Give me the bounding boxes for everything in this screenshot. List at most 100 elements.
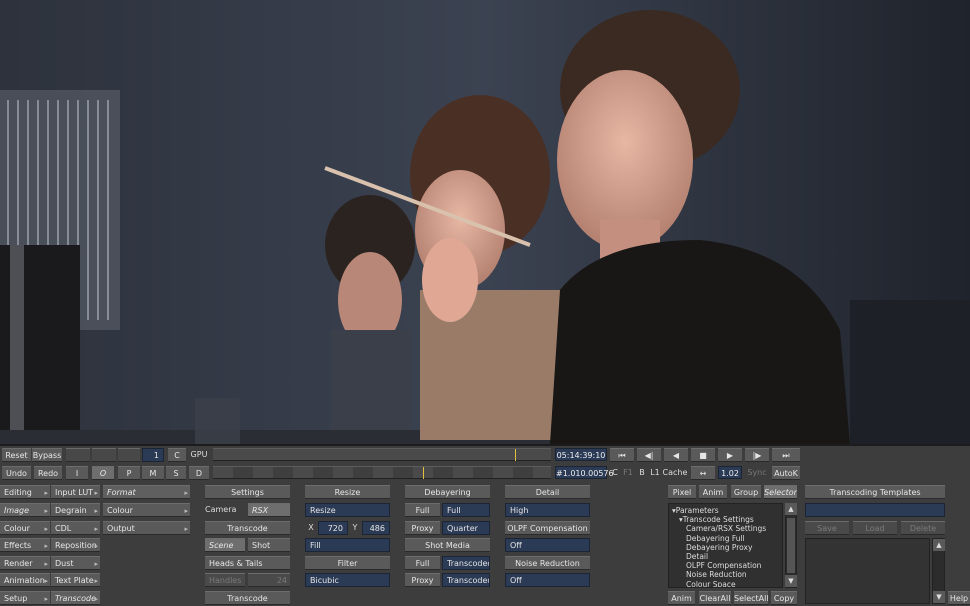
frame-field[interactable]: 1	[142, 448, 164, 462]
menu-setup[interactable]: Setup	[0, 591, 50, 605]
tree-item[interactable]: Camera/RSX Settings	[672, 524, 779, 533]
play-reverse-button[interactable]: ◀	[664, 448, 688, 462]
menu-input-lut[interactable]: Input LUT	[51, 485, 100, 499]
menu-reposition[interactable]: Reposition	[51, 538, 100, 552]
play-button[interactable]: ▶	[718, 448, 742, 462]
menu-effects[interactable]: Effects	[0, 538, 50, 552]
load-button[interactable]: Load	[853, 521, 897, 535]
tree-scrollbar[interactable]: ▲ ▼	[785, 503, 797, 588]
shot-toggle[interactable]: Shot	[248, 538, 290, 552]
y-field[interactable]: 486	[362, 521, 390, 535]
slot-1[interactable]	[66, 448, 90, 462]
help-button[interactable]: Help	[948, 591, 970, 605]
p-button[interactable]: P	[118, 466, 140, 480]
noise-reduction-field[interactable]: Off	[505, 573, 590, 587]
tree-item[interactable]: Noise Reduction	[672, 570, 779, 579]
sm-proxy-field[interactable]: Transcoded	[442, 573, 490, 587]
full-field[interactable]: Full	[442, 503, 490, 517]
menu-transcode[interactable]: Transcode	[51, 591, 100, 605]
menu-image[interactable]: Image	[0, 503, 50, 517]
olpf-field[interactable]: Off	[505, 538, 590, 552]
tree-item[interactable]: Debayering Proxy	[672, 543, 779, 552]
tree-item[interactable]: Colour Space	[672, 580, 779, 587]
cache-label[interactable]: Cache	[662, 466, 688, 480]
detail-field[interactable]: High	[505, 503, 590, 517]
clip-track[interactable]	[213, 466, 551, 479]
video-viewer[interactable]	[0, 0, 970, 444]
menu-format[interactable]: Format	[103, 485, 190, 499]
select-all-button[interactable]: SelectAll	[734, 591, 768, 605]
template-scroll-up-icon[interactable]: ▲	[933, 539, 945, 551]
filter-field[interactable]: Bicubic	[305, 573, 390, 587]
redo-button[interactable]: Redo	[34, 466, 62, 480]
tree-item[interactable]: ▾Transcode Settings	[672, 515, 779, 524]
tree-item[interactable]: OLPF Compensation	[672, 561, 779, 570]
swap-arrows-icon[interactable]: ↔	[691, 466, 715, 480]
timecode-display[interactable]: 05:14:39:10	[555, 448, 607, 461]
template-name-field[interactable]	[805, 503, 945, 517]
tab-pixel[interactable]: Pixel	[668, 485, 696, 499]
slot-2[interactable]	[92, 448, 116, 462]
step-forward-button[interactable]: |▶	[745, 448, 769, 462]
menu-output[interactable]: Output	[103, 521, 190, 535]
menu-editing[interactable]: Editing	[0, 485, 50, 499]
scroll-thumb[interactable]	[787, 518, 795, 573]
menu-colour-sub[interactable]: Colour	[103, 503, 190, 517]
menu-text-plate[interactable]: Text Plate	[51, 573, 100, 587]
o-button[interactable]: O	[92, 466, 114, 480]
clip-playhead[interactable]	[423, 467, 424, 479]
clear-all-button[interactable]: ClearAll	[699, 591, 731, 605]
bypass-button[interactable]: Bypass	[32, 448, 62, 462]
parameter-tree[interactable]: ▾Parameters ▾Transcode Settings Camera/R…	[668, 503, 783, 588]
tree-item[interactable]: Debayering Full	[672, 534, 779, 543]
copy-button[interactable]: Copy	[771, 591, 797, 605]
sm-full-field[interactable]: Transcoded	[442, 556, 490, 570]
b-label[interactable]: B	[636, 466, 648, 480]
d-button[interactable]: D	[189, 466, 209, 480]
rsx-toggle[interactable]: RSX	[248, 503, 290, 517]
save-button[interactable]: Save	[805, 521, 849, 535]
step-back-button[interactable]: ◀|	[637, 448, 661, 462]
scene-toggle[interactable]: Scene	[205, 538, 245, 552]
proxy-field[interactable]: Quarter	[442, 521, 490, 535]
template-scroll-down-icon[interactable]: ▼	[933, 591, 945, 603]
slot-3[interactable]	[118, 448, 140, 462]
transcode-button[interactable]: Transcode	[205, 591, 290, 605]
l1-label[interactable]: L1	[649, 466, 661, 480]
scroll-down-icon[interactable]: ▼	[785, 575, 797, 587]
go-end-button[interactable]: ⏭	[772, 448, 800, 462]
delete-button[interactable]: Delete	[901, 521, 945, 535]
reset-button[interactable]: Reset	[2, 448, 31, 462]
c-label[interactable]: C	[609, 466, 621, 480]
handles-field[interactable]: 24	[248, 573, 290, 587]
menu-degrain[interactable]: Degrain	[51, 503, 100, 517]
autok-button[interactable]: AutoK	[772, 466, 800, 480]
i-button[interactable]: I	[66, 466, 88, 480]
s-button[interactable]: S	[166, 466, 186, 480]
speed-value[interactable]: 1.02	[718, 466, 742, 479]
stop-button[interactable]: ■	[691, 448, 715, 462]
menu-render[interactable]: Render	[0, 556, 50, 570]
go-start-button[interactable]: ⏮	[610, 448, 634, 462]
tree-item[interactable]: ▾Parameters	[672, 506, 779, 515]
sync-label[interactable]: Sync	[745, 466, 769, 480]
tab-selector[interactable]: Selector	[764, 485, 797, 499]
fit-field[interactable]: Fill	[305, 538, 390, 552]
template-list[interactable]	[805, 538, 930, 604]
heads-tails-toggle[interactable]: Heads & Tails	[205, 556, 290, 570]
c-button[interactable]: C	[168, 448, 186, 462]
m-button[interactable]: M	[142, 466, 164, 480]
scroll-up-icon[interactable]: ▲	[785, 503, 797, 515]
frame-code-display[interactable]: #1.010.00576	[555, 466, 614, 479]
timeline-bar[interactable]	[213, 448, 551, 461]
tab-group[interactable]: Group	[731, 485, 761, 499]
menu-cdl[interactable]: CDL	[51, 521, 100, 535]
menu-animation[interactable]: Animation	[0, 573, 50, 587]
menu-dust[interactable]: Dust	[51, 556, 100, 570]
x-field[interactable]: 720	[318, 521, 348, 535]
playhead-marker[interactable]	[515, 449, 516, 461]
template-scrollbar[interactable]: ▲ ▼	[932, 538, 945, 604]
tab-anim[interactable]: Anim	[699, 485, 727, 499]
anim-button[interactable]: Anim	[668, 591, 695, 605]
f1-label[interactable]: F1	[621, 466, 635, 480]
